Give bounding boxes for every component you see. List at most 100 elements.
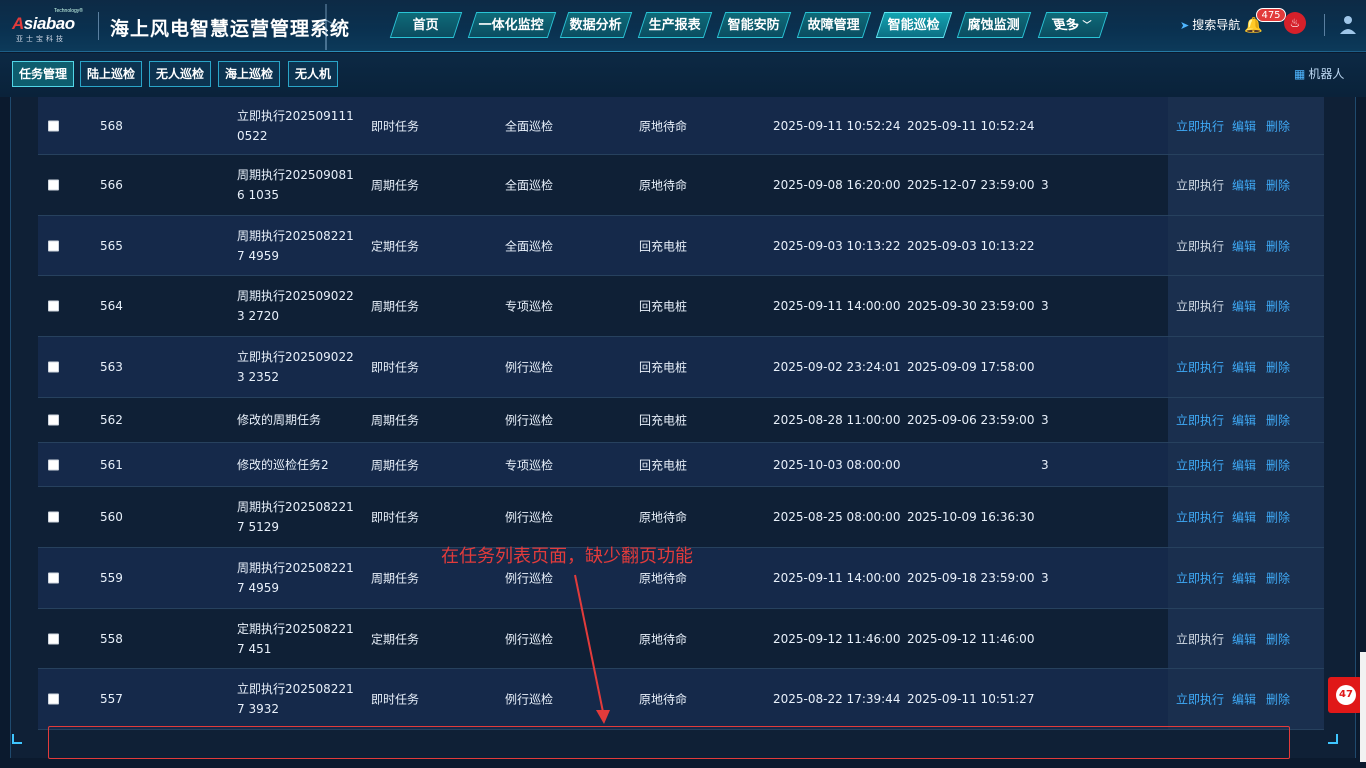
page-scrollbar[interactable] <box>1360 652 1366 762</box>
subtab-land-inspection[interactable]: 陆上巡检 <box>80 61 143 87</box>
task-id-cell: 560 <box>100 510 123 524</box>
row-checkbox[interactable] <box>48 300 59 312</box>
nav-integrated-monitoring[interactable]: 一体化监控 <box>467 12 557 38</box>
return-action-cell: 原地待命 <box>639 119 688 133</box>
edit-link[interactable]: 编辑 <box>1232 359 1256 376</box>
edit-link[interactable]: 编辑 <box>1232 177 1256 194</box>
task-type-cell: 定期任务 <box>371 239 420 253</box>
inspection-mode-cell: 例行巡检 <box>505 571 554 586</box>
row-checkbox[interactable] <box>48 693 59 705</box>
start-time-cell: 2025-09-11 14:00:00 <box>773 299 901 313</box>
row-checkbox[interactable] <box>48 179 59 191</box>
edit-link[interactable]: 编辑 <box>1232 570 1256 587</box>
task-name-cell: 周期执行2025082217 4959 <box>237 228 354 263</box>
execute-now-link[interactable]: 立即执行 <box>1176 117 1224 134</box>
execute-now-link[interactable]: 立即执行 <box>1176 691 1224 708</box>
delete-link[interactable]: 删除 <box>1266 412 1290 429</box>
user-avatar-icon[interactable] <box>1338 14 1358 36</box>
execute-now-link[interactable]: 立即执行 <box>1176 237 1224 254</box>
execute-now-link[interactable]: 立即执行 <box>1176 570 1224 587</box>
delete-link[interactable]: 删除 <box>1266 570 1290 587</box>
task-type-cell: 周期任务 <box>371 571 420 586</box>
execute-now-link[interactable]: 立即执行 <box>1176 456 1224 473</box>
start-time-cell: 2025-09-12 11:46:00 <box>773 631 901 646</box>
table-row: 568 立即执行2025091110522 即时任务 全面巡检 原地待命 2025-09-… <box>38 97 1324 155</box>
edit-link[interactable]: 编辑 <box>1232 456 1256 473</box>
edit-link[interactable]: 编辑 <box>1232 298 1256 315</box>
row-checkbox[interactable] <box>48 633 59 644</box>
execute-now-link[interactable]: 立即执行 <box>1176 509 1224 526</box>
execute-now-link[interactable]: 立即执行 <box>1176 177 1224 194</box>
wind-turbine-icon <box>311 4 341 50</box>
return-action-cell: 原地待命 <box>639 571 688 586</box>
task-name-cell: 周期执行2025090223 2720 <box>237 289 354 323</box>
search-nav-link[interactable]: ➤ 搜索导航 <box>1180 16 1240 33</box>
task-type-cell: 周期任务 <box>371 299 420 314</box>
edit-link[interactable]: 编辑 <box>1232 412 1256 429</box>
edit-link[interactable]: 编辑 <box>1232 237 1256 254</box>
cycle-count-cell: 3 <box>1041 457 1049 472</box>
task-id-cell: 561 <box>100 457 123 472</box>
inspection-mode-cell: 例行巡检 <box>505 510 554 525</box>
frame-corner-bottom-right <box>1328 734 1338 744</box>
delete-link[interactable]: 删除 <box>1266 456 1290 473</box>
delete-link[interactable]: 删除 <box>1266 237 1290 254</box>
execute-now-link[interactable]: 立即执行 <box>1176 359 1224 376</box>
delete-link[interactable]: 删除 <box>1266 177 1290 194</box>
row-checkbox[interactable] <box>48 459 59 470</box>
delete-link[interactable]: 删除 <box>1266 298 1290 315</box>
table-row: 561 修改的巡检任务2 周期任务 专项巡检 回充电桩 2025-10-03 08:00:… <box>38 443 1324 487</box>
task-type-cell: 即时任务 <box>371 119 420 133</box>
edit-link[interactable]: 编辑 <box>1232 509 1256 526</box>
row-checkbox[interactable] <box>48 414 59 426</box>
nav-home[interactable]: 首页 <box>389 12 463 38</box>
robot-button[interactable]: ▦ 机器人 <box>1294 65 1344 82</box>
task-name-cell: 定期执行2025082217 451 <box>237 621 354 656</box>
subtab-offshore-inspection[interactable]: 海上巡检 <box>218 61 281 87</box>
nav-smart-inspection[interactable]: 智能巡检 <box>875 12 953 38</box>
floating-count: 47 <box>1336 685 1356 705</box>
subtab-task-management[interactable]: 任务管理 <box>12 61 75 87</box>
nav-data-analysis[interactable]: 数据分析 <box>559 12 633 38</box>
subtab-unmanned-inspection[interactable]: 无人巡检 <box>149 61 212 87</box>
row-checkbox[interactable] <box>48 240 59 251</box>
task-name-cell: 修改的周期任务 <box>237 413 322 427</box>
end-time-cell: 2025-09-12 11:46:00 <box>907 631 1035 646</box>
alarm-icon[interactable]: ♨ <box>1284 12 1306 34</box>
brand-logo[interactable]: Technology® Asiabao 亚士宝科技 <box>10 8 90 44</box>
task-type-cell: 即时任务 <box>371 510 420 525</box>
task-id-cell: 562 <box>100 413 123 427</box>
nav-fault-management[interactable]: 故障管理 <box>796 12 872 38</box>
delete-link[interactable]: 删除 <box>1266 509 1290 526</box>
task-type-cell: 即时任务 <box>371 692 420 707</box>
end-time-cell: 2025-09-06 23:59:00 <box>907 413 1035 427</box>
nav-production-report[interactable]: 生产报表 <box>637 12 713 38</box>
edit-link[interactable]: 编辑 <box>1232 630 1256 647</box>
delete-link[interactable]: 删除 <box>1266 359 1290 376</box>
execute-now-link[interactable]: 立即执行 <box>1176 298 1224 315</box>
execute-now-link[interactable]: 立即执行 <box>1176 412 1224 429</box>
subtab-drone[interactable]: 无人机 <box>288 61 339 87</box>
row-checkbox[interactable] <box>48 511 59 523</box>
row-checkbox[interactable] <box>48 120 59 131</box>
start-time-cell: 2025-10-03 08:00:00 <box>773 457 901 472</box>
floating-notification[interactable]: 47 <box>1328 677 1362 713</box>
cycle-count-cell: 3 <box>1041 178 1049 192</box>
execute-now-link[interactable]: 立即执行 <box>1176 630 1224 647</box>
nav-smart-security[interactable]: 智能安防 <box>716 12 792 38</box>
logo-wordmark: Asiabao <box>12 14 75 33</box>
row-checkbox[interactable] <box>48 572 59 584</box>
nav-more[interactable]: 更多﹀ <box>1037 12 1109 38</box>
delete-link[interactable]: 删除 <box>1266 630 1290 647</box>
row-checkbox[interactable] <box>48 361 59 373</box>
edit-link[interactable]: 编辑 <box>1232 117 1256 134</box>
return-action-cell: 回充电桩 <box>639 413 688 428</box>
nav-corrosion-monitoring[interactable]: 腐蚀监测 <box>956 12 1032 38</box>
start-time-cell: 2025-09-02 23:24:01 <box>773 360 901 374</box>
start-time-cell: 2025-09-03 10:13:22 <box>773 238 901 253</box>
delete-link[interactable]: 删除 <box>1266 691 1290 708</box>
end-time-cell: 2025-12-07 23:59:00 <box>907 178 1035 192</box>
robot-grid-icon: ▦ <box>1294 67 1306 81</box>
delete-link[interactable]: 删除 <box>1266 117 1290 134</box>
edit-link[interactable]: 编辑 <box>1232 691 1256 708</box>
